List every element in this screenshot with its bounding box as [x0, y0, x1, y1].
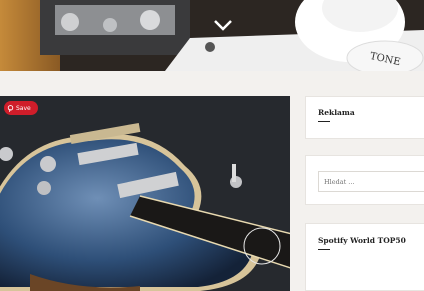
spotify-widget-title: Spotify World TOP50 — [318, 236, 406, 245]
title-underline — [318, 249, 330, 250]
ads-widget: Reklama — [305, 96, 424, 139]
ads-widget-title: Reklama — [318, 108, 355, 117]
title-underline — [318, 121, 330, 122]
search-input[interactable] — [318, 171, 424, 192]
pinterest-save-button[interactable]: Save — [4, 101, 38, 115]
spotify-widget: Spotify World TOP50 — [305, 223, 424, 291]
chevron-down-icon[interactable] — [213, 18, 233, 32]
content-spacer — [0, 71, 424, 96]
guitar-photo[interactable] — [0, 96, 290, 291]
pinterest-icon — [7, 104, 14, 112]
save-label: Save — [16, 104, 31, 112]
hero-image: TONE — [0, 0, 424, 71]
search-widget — [305, 155, 424, 205]
